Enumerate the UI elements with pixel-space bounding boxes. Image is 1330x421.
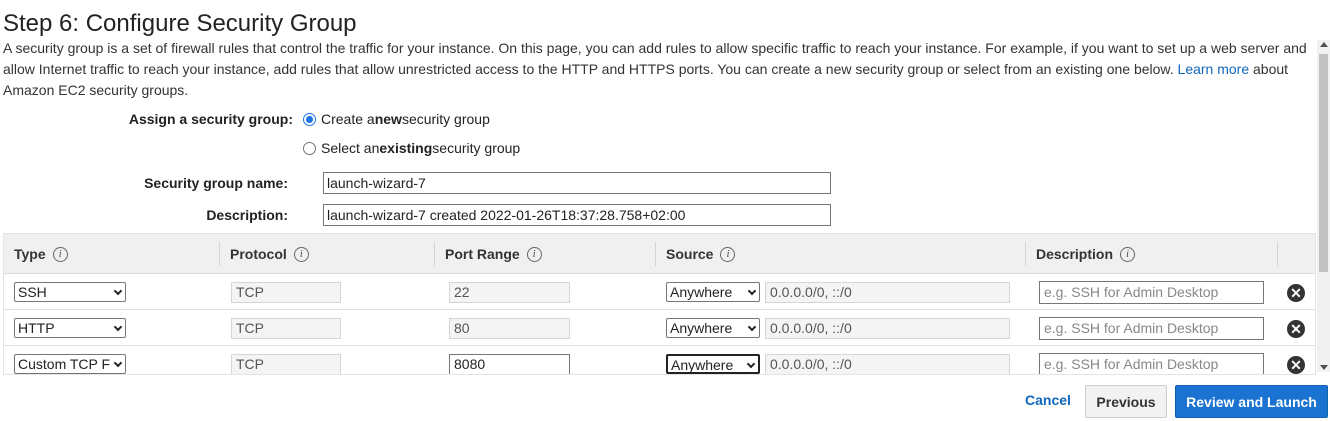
scroll-up-icon[interactable] (1320, 42, 1328, 47)
protocol-field: TCP (231, 282, 341, 303)
source-select[interactable]: Anywhere (666, 354, 760, 374)
radio-label-prefix: Create a (321, 111, 375, 127)
chevron-down-icon (747, 322, 757, 332)
cancel-link[interactable]: Cancel (1025, 392, 1071, 408)
scroll-down-icon[interactable] (1320, 365, 1328, 370)
source-cidr-field: 0.0.0.0/0, ::/0 (765, 318, 1010, 339)
column-description: Description i (1036, 234, 1136, 274)
table-row: SSH TCP 22 Anywhere 0.0.0.0/0, ::/0 e.g.… (4, 274, 1315, 310)
rule-description-input[interactable]: e.g. SSH for Admin Desktop (1039, 281, 1264, 304)
page-title: Step 6: Configure Security Group (3, 10, 357, 37)
previous-button[interactable]: Previous (1085, 385, 1167, 418)
column-protocol: Protocol i (230, 234, 309, 274)
radio-label-bold: existing (379, 140, 433, 156)
radio-label-suffix: security group (432, 140, 521, 156)
type-select[interactable]: Custom TCP F (14, 354, 126, 374)
protocol-field: TCP (231, 318, 341, 339)
security-group-name-label: Security group name: (144, 175, 288, 191)
assign-security-group-label: Assign a security group: (128, 111, 293, 127)
port-range-field: 22 (449, 282, 570, 303)
rules-table: Type i Protocol i Port Range i Source i Desc… (3, 233, 1316, 375)
chevron-down-icon (113, 358, 123, 368)
info-icon[interactable]: i (293, 246, 309, 262)
chevron-down-icon (113, 286, 123, 296)
protocol-field: TCP (231, 354, 341, 374)
type-select[interactable]: HTTP (14, 318, 126, 338)
intro-paragraph: A security group is a set of firewall ru… (3, 38, 1315, 101)
source-cidr-field: 0.0.0.0/0, ::/0 (765, 354, 1010, 374)
chevron-down-icon (113, 322, 123, 332)
column-port-range: Port Range i (445, 234, 542, 274)
source-select[interactable]: Anywhere (666, 318, 760, 338)
rule-description-input[interactable]: e.g. SSH for Admin Desktop (1039, 353, 1264, 374)
security-group-name-input[interactable]: launch-wizard-7 (323, 172, 831, 194)
port-range-field: 80 (449, 318, 570, 339)
description-label: Description: (206, 207, 288, 223)
table-row: HTTP TCP 80 Anywhere 0.0.0.0/0, ::/0 e.g… (4, 310, 1315, 346)
radio-label-bold: new (374, 111, 402, 127)
vertical-scrollbar[interactable] (1317, 40, 1330, 372)
table-header: Type i Protocol i Port Range i Source i Desc… (4, 234, 1315, 274)
port-range-input[interactable]: 8080 (449, 354, 570, 374)
type-select[interactable]: SSH (14, 282, 126, 302)
intro-text: A security group is a set of firewall ru… (3, 40, 1307, 77)
chevron-down-icon (747, 286, 757, 296)
column-source: Source i (666, 234, 736, 274)
source-select[interactable]: Anywhere (666, 282, 760, 302)
radio-label-suffix: security group (401, 111, 490, 127)
scrollbar-thumb[interactable] (1319, 54, 1328, 272)
review-and-launch-button[interactable]: Review and Launch (1175, 385, 1328, 418)
radio-create-new[interactable]: Create a new security group (303, 111, 490, 127)
radio-button[interactable] (303, 141, 316, 155)
remove-rule-icon[interactable]: ✕ (1287, 356, 1305, 374)
radio-select-existing[interactable]: Select an existing security group (303, 140, 520, 156)
radio-label-prefix: Select an (321, 140, 380, 156)
info-icon[interactable]: i (720, 246, 736, 262)
rule-description-input[interactable]: e.g. SSH for Admin Desktop (1039, 317, 1264, 340)
remove-rule-icon[interactable]: ✕ (1287, 284, 1305, 302)
table-row: Custom TCP F TCP 8080 Anywhere 0.0.0.0/0… (4, 346, 1315, 374)
learn-more-link[interactable]: Learn more (1178, 61, 1250, 77)
column-type: Type i (14, 234, 68, 274)
remove-rule-icon[interactable]: ✕ (1287, 320, 1305, 338)
info-icon[interactable]: i (52, 246, 68, 262)
radio-button-checked[interactable] (303, 112, 316, 126)
info-icon[interactable]: i (526, 246, 542, 262)
chevron-down-icon (746, 359, 756, 369)
description-input[interactable]: launch-wizard-7 created 2022-01-26T18:37… (323, 204, 831, 226)
info-icon[interactable]: i (1120, 246, 1136, 262)
source-cidr-field: 0.0.0.0/0, ::/0 (765, 282, 1010, 303)
